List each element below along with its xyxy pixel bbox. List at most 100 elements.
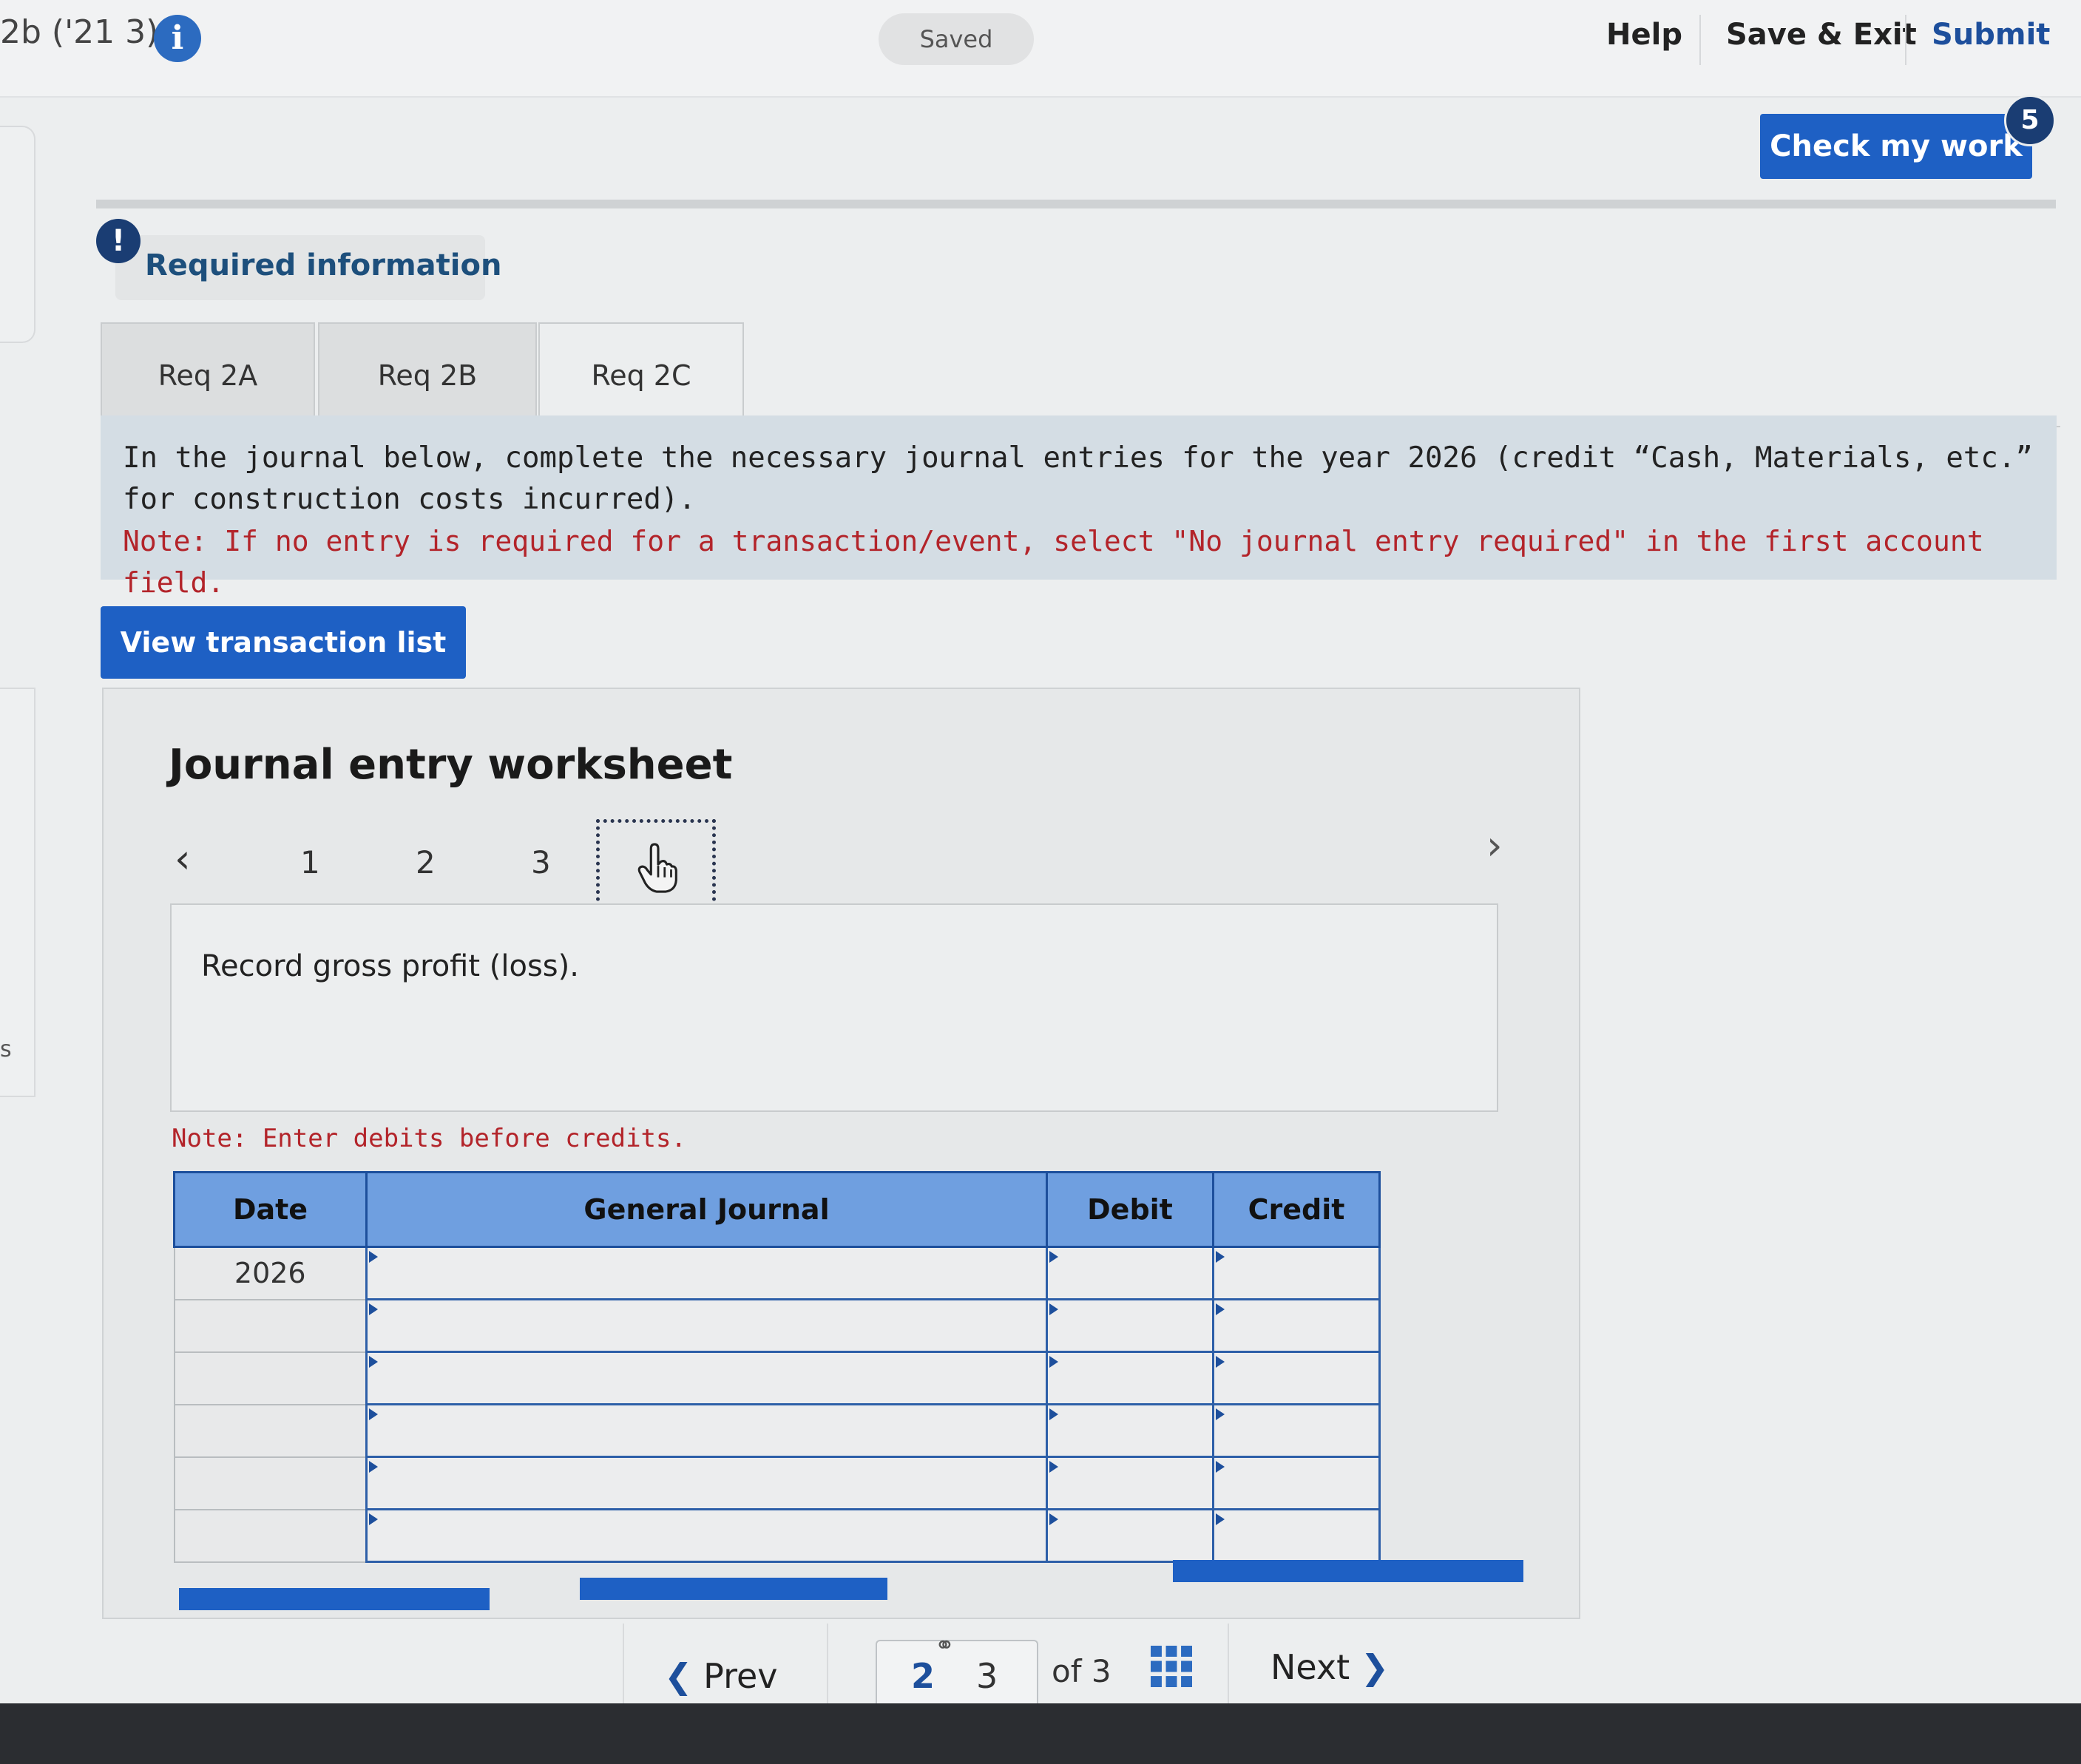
divider xyxy=(623,1624,624,1705)
check-my-work-button[interactable]: Check my work xyxy=(1760,114,2032,179)
page-selector[interactable] xyxy=(876,1640,1038,1711)
input-marker-icon xyxy=(1216,1461,1225,1473)
divider xyxy=(1699,15,1701,65)
current-page-number[interactable]: 2 xyxy=(911,1656,935,1696)
column-header-general-journal: General Journal xyxy=(365,1171,1048,1248)
info-icon[interactable]: i xyxy=(154,15,201,62)
tab-req-2c[interactable]: Req 2C xyxy=(538,322,744,427)
chevron-right-icon: ❯ xyxy=(1360,1647,1390,1687)
chevron-left-icon[interactable]: ‹ xyxy=(175,835,191,882)
dropdown-marker-icon xyxy=(369,1461,378,1473)
required-information-label[interactable]: Required information xyxy=(145,248,501,282)
debit-field[interactable] xyxy=(1046,1298,1214,1353)
dropdown-marker-icon xyxy=(369,1251,378,1263)
journal-row xyxy=(173,1351,1381,1405)
dropdown-marker-icon xyxy=(369,1356,378,1368)
journal-row xyxy=(173,1456,1381,1510)
next-label: Next xyxy=(1270,1647,1350,1687)
save-exit-link[interactable]: Save & Exit xyxy=(1726,18,1917,52)
instructions-text: In the journal below, complete the neces… xyxy=(123,441,2033,516)
dropdown-marker-icon xyxy=(369,1303,378,1315)
prev-label: Prev xyxy=(703,1656,778,1696)
dropdown-marker-icon xyxy=(369,1408,378,1420)
account-field[interactable] xyxy=(365,1508,1048,1563)
question-label: 2b ('21 3) xyxy=(0,13,159,51)
view-general-journal-button[interactable] xyxy=(1173,1560,1523,1582)
column-header-credit: Credit xyxy=(1212,1171,1381,1248)
journal-row xyxy=(173,1403,1381,1458)
instructions-box: In the journal below, complete the neces… xyxy=(101,415,2057,599)
tab-req-2b[interactable]: Req 2B xyxy=(318,322,537,426)
account-field[interactable] xyxy=(365,1246,1048,1300)
input-marker-icon xyxy=(1049,1251,1058,1263)
grid-icon[interactable] xyxy=(1151,1646,1192,1687)
link-icon: ⚭ xyxy=(935,1631,955,1659)
credit-field[interactable] xyxy=(1212,1351,1381,1405)
date-cell: 2026 xyxy=(173,1246,368,1300)
date-cell xyxy=(173,1298,368,1353)
credit-field[interactable] xyxy=(1212,1298,1381,1353)
debit-field[interactable] xyxy=(1046,1351,1214,1405)
journal-row xyxy=(173,1298,1381,1353)
view-transaction-list-button[interactable]: View transaction list xyxy=(101,606,466,679)
worksheet-page-3[interactable]: 3 xyxy=(531,844,551,881)
clear-entry-button[interactable] xyxy=(580,1578,887,1600)
divider xyxy=(1905,15,1906,65)
chevron-right-icon[interactable]: › xyxy=(1486,822,1503,869)
input-marker-icon xyxy=(1049,1461,1058,1473)
submit-link[interactable]: Submit xyxy=(1932,18,2050,52)
journal-header-row: Date General Journal Debit Credit xyxy=(173,1171,1381,1248)
account-field[interactable] xyxy=(365,1403,1048,1458)
column-header-date: Date xyxy=(173,1171,368,1248)
account-field[interactable] xyxy=(365,1456,1048,1510)
input-marker-icon xyxy=(1049,1356,1058,1368)
divider xyxy=(1228,1624,1229,1705)
date-cell xyxy=(173,1508,368,1563)
account-field[interactable] xyxy=(365,1298,1048,1353)
input-marker-icon xyxy=(1216,1356,1225,1368)
worksheet-page-2[interactable]: 2 xyxy=(416,844,436,881)
transaction-description: Record gross profit (loss). xyxy=(201,949,579,983)
left-panel-glyph: s xyxy=(0,1037,12,1062)
left-side-panel[interactable] xyxy=(0,126,35,343)
left-side-panel-lower[interactable] xyxy=(0,688,35,1097)
input-marker-icon xyxy=(1216,1408,1225,1420)
input-marker-icon xyxy=(1049,1303,1058,1315)
debit-field[interactable] xyxy=(1046,1456,1214,1510)
linked-page-number[interactable]: 3 xyxy=(976,1656,998,1696)
credit-field[interactable] xyxy=(1212,1403,1381,1458)
chevron-left-icon: ❮ xyxy=(664,1656,693,1696)
credit-field[interactable] xyxy=(1212,1508,1381,1563)
divider xyxy=(827,1624,828,1705)
debit-field[interactable] xyxy=(1046,1403,1214,1458)
page-total: of 3 xyxy=(1052,1653,1111,1689)
screen-bezel xyxy=(0,1703,2081,1764)
record-entry-button[interactable] xyxy=(179,1588,490,1610)
date-cell xyxy=(173,1351,368,1405)
debit-field[interactable] xyxy=(1046,1508,1214,1563)
date-cell xyxy=(173,1403,368,1458)
prev-button[interactable]: ❮ Prev xyxy=(664,1656,778,1696)
debits-note: Note: Enter debits before credits. xyxy=(172,1124,686,1153)
input-marker-icon xyxy=(1049,1408,1058,1420)
credit-field[interactable] xyxy=(1212,1246,1381,1300)
debit-field[interactable] xyxy=(1046,1246,1214,1300)
help-link[interactable]: Help xyxy=(1606,18,1682,52)
instructions-note: Note: If no entry is required for a tran… xyxy=(123,525,1984,599)
exclamation-icon: ! xyxy=(96,219,141,263)
column-header-debit: Debit xyxy=(1046,1171,1214,1248)
account-field[interactable] xyxy=(365,1351,1048,1405)
journal-row xyxy=(173,1508,1381,1563)
hand-cursor-icon xyxy=(637,843,677,893)
transaction-description-box xyxy=(170,903,1498,1112)
bottom-navigation xyxy=(0,1619,2081,1708)
saved-status: Saved xyxy=(879,13,1034,65)
input-marker-icon xyxy=(1216,1251,1225,1263)
check-count-badge: 5 xyxy=(2004,95,2056,146)
worksheet-title: Journal entry worksheet xyxy=(169,741,733,789)
credit-field[interactable] xyxy=(1212,1456,1381,1510)
input-marker-icon xyxy=(1216,1513,1225,1525)
next-button[interactable]: Next ❯ xyxy=(1270,1647,1389,1687)
tab-req-2a[interactable]: Req 2A xyxy=(101,322,315,426)
worksheet-page-1[interactable]: 1 xyxy=(300,844,320,881)
